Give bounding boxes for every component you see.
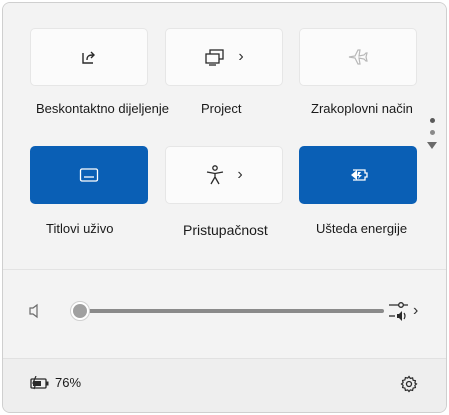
battery-percent: 76% — [55, 375, 82, 390]
audio-output-icon — [389, 302, 408, 321]
battery-status[interactable]: 76% — [30, 375, 81, 390]
chevron-right-icon: › — [413, 302, 419, 319]
tile-label-project: Project — [201, 101, 242, 116]
volume-slider-thumb[interactable] — [70, 301, 90, 321]
tile-label-live-captions: Titlovi uživo — [46, 221, 114, 236]
accessibility-icon — [207, 165, 224, 185]
project-tile[interactable]: › — [165, 28, 283, 86]
airplane-mode-tile[interactable] — [299, 28, 417, 86]
airplane-icon — [348, 49, 368, 65]
share-icon — [82, 51, 95, 64]
audio-output-button[interactable]: › — [388, 299, 418, 323]
volume-area — [3, 270, 446, 358]
tile-label-accessibility: Pristupačnost — [183, 222, 268, 238]
chevron-right-icon: › — [238, 48, 244, 65]
chevron-right-icon: › — [237, 166, 243, 183]
speaker-muted-icon[interactable] — [28, 303, 42, 319]
battery-charging-icon — [30, 375, 49, 389]
live-captions-tile[interactable] — [30, 146, 148, 204]
energy-saver-tile[interactable] — [299, 146, 417, 204]
tile-label-energy-saver: Ušteda energije — [316, 221, 408, 236]
page-indicator — [427, 118, 437, 149]
page-dot[interactable] — [429, 130, 435, 135]
tile-label-nearby-sharing: Beskontaktno dijeljenje — [36, 101, 169, 116]
captions-icon — [79, 168, 99, 182]
next-page-arrow-icon[interactable] — [427, 142, 437, 149]
accessibility-tile[interactable]: › — [165, 146, 283, 204]
project-icon — [205, 49, 224, 66]
energy-saver-icon — [351, 169, 368, 181]
tile-label-airplane-mode: Zrakoplovni način — [311, 101, 413, 116]
page-dot[interactable] — [429, 118, 435, 123]
nearby-sharing-tile[interactable] — [30, 28, 148, 86]
volume-slider-track[interactable] — [79, 309, 384, 313]
settings-gear-icon[interactable] — [400, 375, 418, 393]
